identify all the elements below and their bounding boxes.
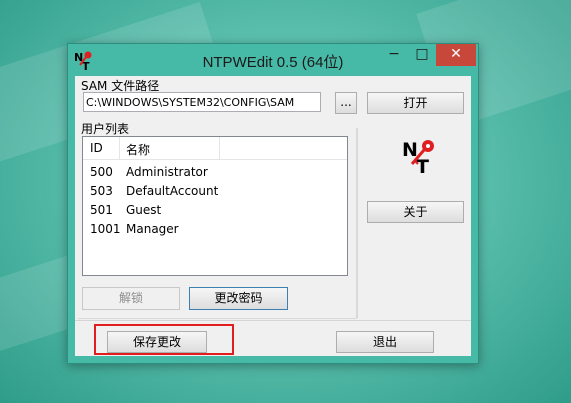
column-divider[interactable] bbox=[219, 137, 220, 159]
title-bar[interactable]: N T NTPWEdit 0.5 (64位) − □ ✕ bbox=[68, 44, 478, 76]
highlight-box bbox=[94, 324, 234, 355]
maximize-button[interactable]: □ bbox=[408, 44, 436, 66]
user-name: Administrator bbox=[126, 165, 208, 179]
user-name: Manager bbox=[126, 222, 179, 236]
user-id: 501 bbox=[90, 203, 113, 217]
sam-path-field[interactable]: C:\WINDOWS\SYSTEM32\CONFIG\SAM bbox=[83, 92, 321, 112]
side-panel: N T 关于 bbox=[357, 128, 472, 318]
table-row[interactable]: 503 DefaultAccount bbox=[83, 182, 347, 201]
column-divider[interactable] bbox=[119, 137, 120, 159]
user-list-header: ID 名称 bbox=[83, 137, 347, 160]
change-password-button[interactable]: 更改密码 bbox=[189, 287, 288, 310]
unlock-button[interactable]: 解锁 bbox=[82, 287, 180, 310]
window-client-area: SAM 文件路径 C:\WINDOWS\SYSTEM32\CONFIG\SAM … bbox=[75, 76, 471, 356]
column-header-name[interactable]: 名称 bbox=[126, 141, 150, 158]
close-button[interactable]: ✕ bbox=[436, 44, 476, 66]
minimize-button[interactable]: − bbox=[380, 44, 408, 66]
table-row[interactable]: 501 Guest bbox=[83, 201, 347, 220]
exit-button[interactable]: 退出 bbox=[336, 331, 434, 353]
user-name: Guest bbox=[126, 203, 162, 217]
about-button[interactable]: 关于 bbox=[367, 201, 464, 223]
open-button[interactable]: 打开 bbox=[367, 92, 464, 114]
ntpwedit-window: N T NTPWEdit 0.5 (64位) − □ ✕ SAM 文件路径 C:… bbox=[67, 43, 479, 364]
column-header-id[interactable]: ID bbox=[90, 141, 103, 155]
user-id: 503 bbox=[90, 184, 113, 198]
footer-divider bbox=[75, 320, 471, 321]
user-id: 500 bbox=[90, 165, 113, 179]
user-list[interactable]: ID 名称 500 Administrator 503 DefaultAccou… bbox=[82, 136, 348, 276]
nt-key-logo-icon: N T bbox=[402, 139, 434, 174]
user-name: DefaultAccount bbox=[126, 184, 219, 198]
table-row[interactable]: 1001 Manager bbox=[83, 220, 347, 239]
user-id: 1001 bbox=[90, 222, 121, 236]
table-row[interactable]: 500 Administrator bbox=[83, 163, 347, 182]
browse-button[interactable]: ... bbox=[335, 92, 357, 114]
